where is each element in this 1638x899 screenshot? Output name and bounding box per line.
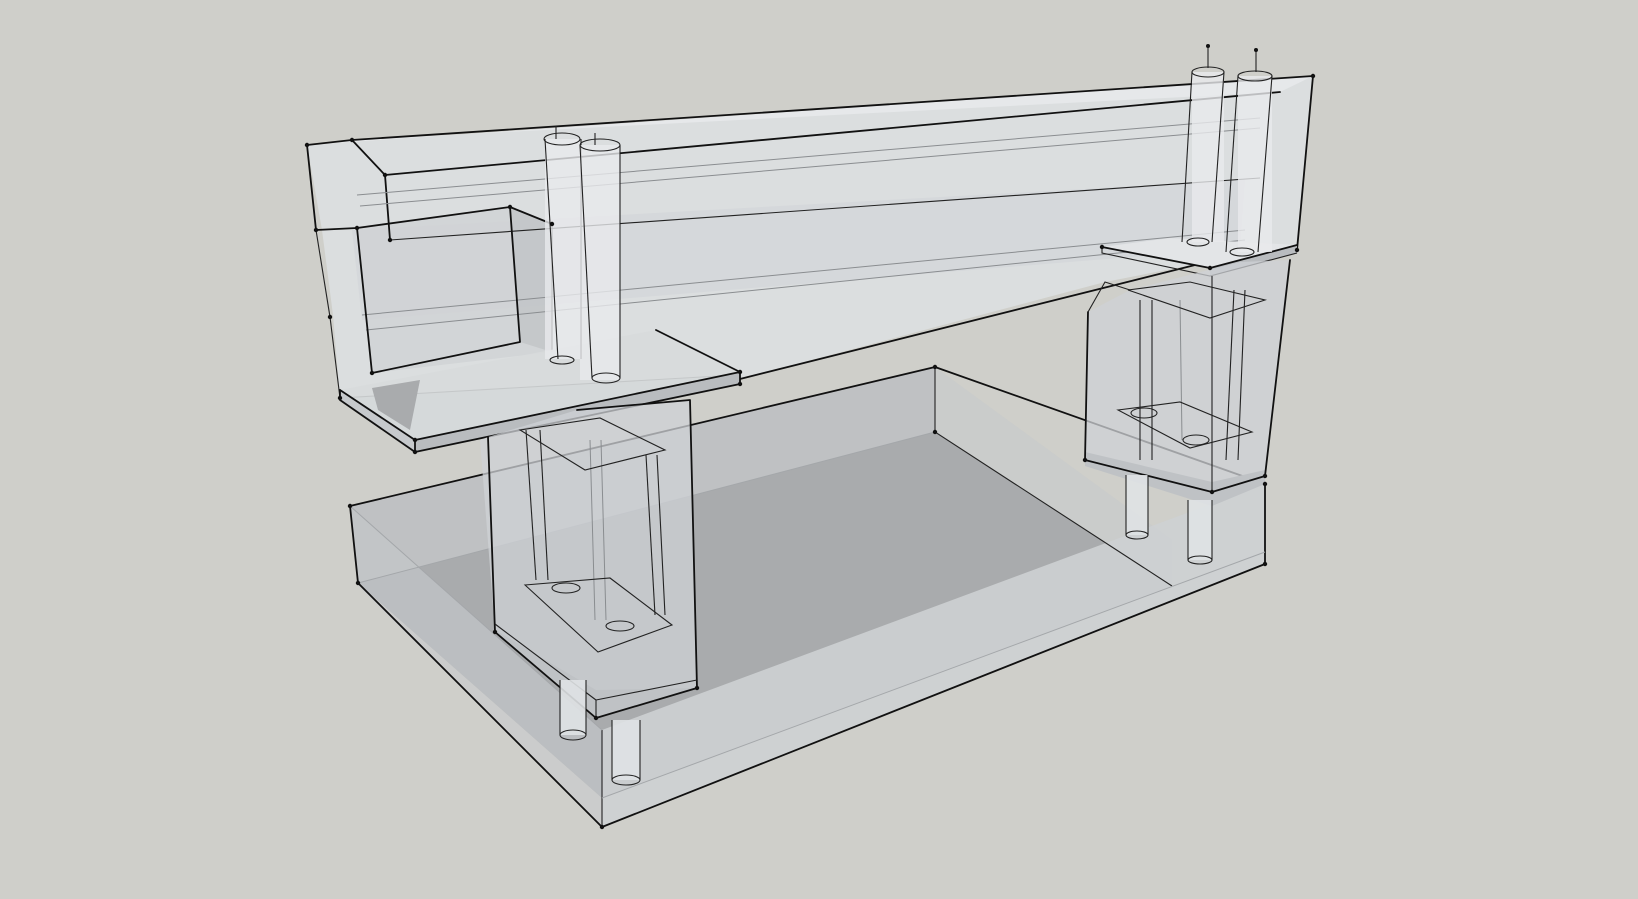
model-canvas[interactable] bbox=[0, 0, 1638, 899]
right-post-2 bbox=[1238, 76, 1272, 252]
left-tall-posts[interactable] bbox=[543, 126, 621, 384]
left-post-1 bbox=[545, 139, 581, 359]
right-leg-pipe-2 bbox=[1188, 500, 1212, 560]
right-post-1 bbox=[1192, 72, 1224, 242]
right-leg-pipe-1 bbox=[1126, 475, 1148, 535]
modeling-viewport[interactable] bbox=[0, 0, 1638, 899]
left-leg-pipe-2 bbox=[612, 720, 640, 780]
left-leg-pipe-1 bbox=[560, 680, 586, 735]
